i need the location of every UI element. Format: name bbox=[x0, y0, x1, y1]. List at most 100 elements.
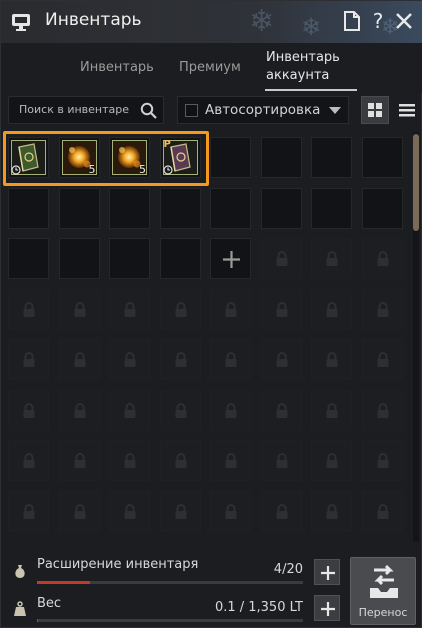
locked-inventory-slot bbox=[361, 389, 403, 431]
expand-inventory-button[interactable] bbox=[314, 559, 340, 585]
lock-icon bbox=[74, 301, 85, 317]
tab-inventory[interactable]: Инвентарь bbox=[80, 60, 154, 75]
window-title: Инвентарь bbox=[45, 10, 142, 30]
empty-inventory-slot[interactable] bbox=[311, 187, 352, 229]
lock-icon bbox=[377, 402, 388, 418]
list-view-button[interactable] bbox=[394, 96, 420, 124]
snowflake-decoration: ❄ bbox=[301, 13, 322, 41]
lock-icon bbox=[377, 301, 388, 317]
plus-icon bbox=[321, 566, 335, 580]
lock-icon bbox=[377, 503, 388, 519]
locked-inventory-slot bbox=[260, 288, 302, 330]
inventory-tabs: Инвентарь Премиум Инвентарь аккаунта bbox=[1, 43, 422, 93]
locked-inventory-slot bbox=[159, 490, 201, 532]
inventory-box-icon bbox=[12, 14, 30, 31]
lock-icon bbox=[276, 251, 287, 266]
empty-inventory-slot[interactable] bbox=[361, 137, 403, 178]
expansion-label: Расширение инвентаря bbox=[37, 557, 199, 572]
empty-inventory-slot[interactable] bbox=[210, 137, 251, 178]
weight-label: Вес bbox=[37, 596, 62, 611]
lock-icon bbox=[23, 352, 35, 367]
locked-inventory-slot bbox=[311, 339, 352, 380]
lock-icon bbox=[175, 402, 186, 418]
search-input[interactable]: Поиск в инвентаре bbox=[8, 96, 164, 124]
empty-inventory-slot[interactable] bbox=[58, 238, 100, 279]
locked-inventory-slot bbox=[109, 389, 150, 431]
empty-inventory-slot[interactable] bbox=[109, 187, 150, 229]
lock-icon bbox=[326, 301, 338, 317]
locked-inventory-slot bbox=[8, 288, 49, 330]
locked-inventory-slot bbox=[109, 339, 150, 380]
locked-inventory-slot bbox=[159, 389, 201, 431]
add-slot-button[interactable] bbox=[210, 238, 251, 279]
lock-icon bbox=[276, 503, 287, 519]
locked-inventory-slot bbox=[210, 389, 251, 431]
inventory-footer: Расширение инвентаря 4/20 Вес 0.1 / 1,35… bbox=[1, 549, 422, 628]
lock-icon bbox=[23, 503, 35, 519]
add-weight-button[interactable] bbox=[314, 595, 340, 621]
help-icon[interactable]: ? bbox=[367, 10, 389, 32]
locked-inventory-slot bbox=[8, 440, 49, 481]
lock-icon bbox=[326, 352, 338, 367]
expansion-progress-fill bbox=[37, 581, 91, 584]
lock-icon bbox=[377, 453, 388, 468]
title-bar[interactable]: ❄ ❄ ❄ Инвентарь ? bbox=[1, 1, 422, 43]
tab-premium[interactable]: Премиум bbox=[179, 60, 241, 75]
grid-view-button[interactable] bbox=[361, 96, 389, 124]
empty-inventory-slot[interactable] bbox=[260, 137, 302, 178]
expansion-progress bbox=[37, 581, 303, 584]
tab-account-inventory[interactable]: Инвентарь аккаунта bbox=[266, 49, 340, 85]
lock-icon bbox=[326, 251, 338, 266]
lock-icon bbox=[124, 402, 136, 418]
locked-inventory-slot bbox=[109, 440, 150, 481]
lock-icon bbox=[175, 503, 186, 519]
locked-inventory-slot bbox=[260, 238, 302, 279]
locked-inventory-slot bbox=[8, 490, 49, 532]
lock-icon bbox=[124, 503, 136, 519]
empty-inventory-slot[interactable] bbox=[311, 137, 352, 178]
tab-account-inventory-line2: аккаунта bbox=[266, 68, 330, 83]
lock-icon bbox=[124, 453, 136, 468]
locked-inventory-slot bbox=[58, 440, 100, 481]
transfer-button[interactable]: Перенос bbox=[350, 557, 416, 625]
chevron-down-icon[interactable] bbox=[329, 107, 341, 114]
locked-inventory-slot bbox=[311, 490, 352, 532]
locked-inventory-slot bbox=[58, 490, 100, 532]
locked-inventory-slot bbox=[159, 339, 201, 380]
scrollbar-thumb[interactable] bbox=[413, 134, 419, 231]
expansion-value: 4/20 bbox=[273, 562, 303, 577]
empty-inventory-slot[interactable] bbox=[260, 187, 302, 229]
empty-inventory-slot[interactable] bbox=[58, 187, 100, 229]
weight-value: 0.1 / 1,350 LT bbox=[214, 600, 303, 615]
locked-inventory-slot bbox=[58, 389, 100, 431]
locked-inventory-slot bbox=[210, 288, 251, 330]
empty-inventory-slot[interactable] bbox=[159, 238, 201, 279]
close-icon[interactable] bbox=[393, 10, 415, 32]
locked-inventory-slot bbox=[109, 288, 150, 330]
locked-inventory-slot bbox=[8, 389, 49, 431]
lock-icon bbox=[74, 402, 85, 418]
empty-inventory-slot[interactable] bbox=[8, 238, 49, 279]
weight-icon bbox=[14, 601, 26, 616]
autosort-checkbox[interactable] bbox=[185, 104, 198, 117]
lock-icon bbox=[377, 251, 388, 266]
list-view-icon bbox=[399, 104, 415, 117]
empty-inventory-slot[interactable] bbox=[109, 238, 150, 279]
locked-inventory-slot bbox=[361, 440, 403, 481]
search-icon[interactable] bbox=[140, 102, 157, 119]
locked-inventory-slot bbox=[361, 238, 403, 279]
autosort-dropdown[interactable]: Автосортировка bbox=[177, 96, 349, 124]
empty-inventory-slot[interactable] bbox=[159, 187, 201, 229]
transfer-label: Перенос bbox=[358, 606, 408, 619]
empty-inventory-slot[interactable] bbox=[8, 187, 49, 229]
locked-inventory-slot bbox=[58, 288, 100, 330]
locked-inventory-slot bbox=[260, 389, 302, 431]
locked-inventory-slot bbox=[361, 288, 403, 330]
document-icon[interactable] bbox=[341, 10, 363, 32]
locked-inventory-slot bbox=[8, 339, 49, 380]
plus-icon bbox=[223, 251, 240, 268]
lock-icon bbox=[175, 453, 186, 468]
empty-inventory-slot[interactable] bbox=[361, 187, 403, 229]
empty-inventory-slot[interactable] bbox=[210, 187, 251, 229]
plus-icon bbox=[321, 602, 335, 616]
